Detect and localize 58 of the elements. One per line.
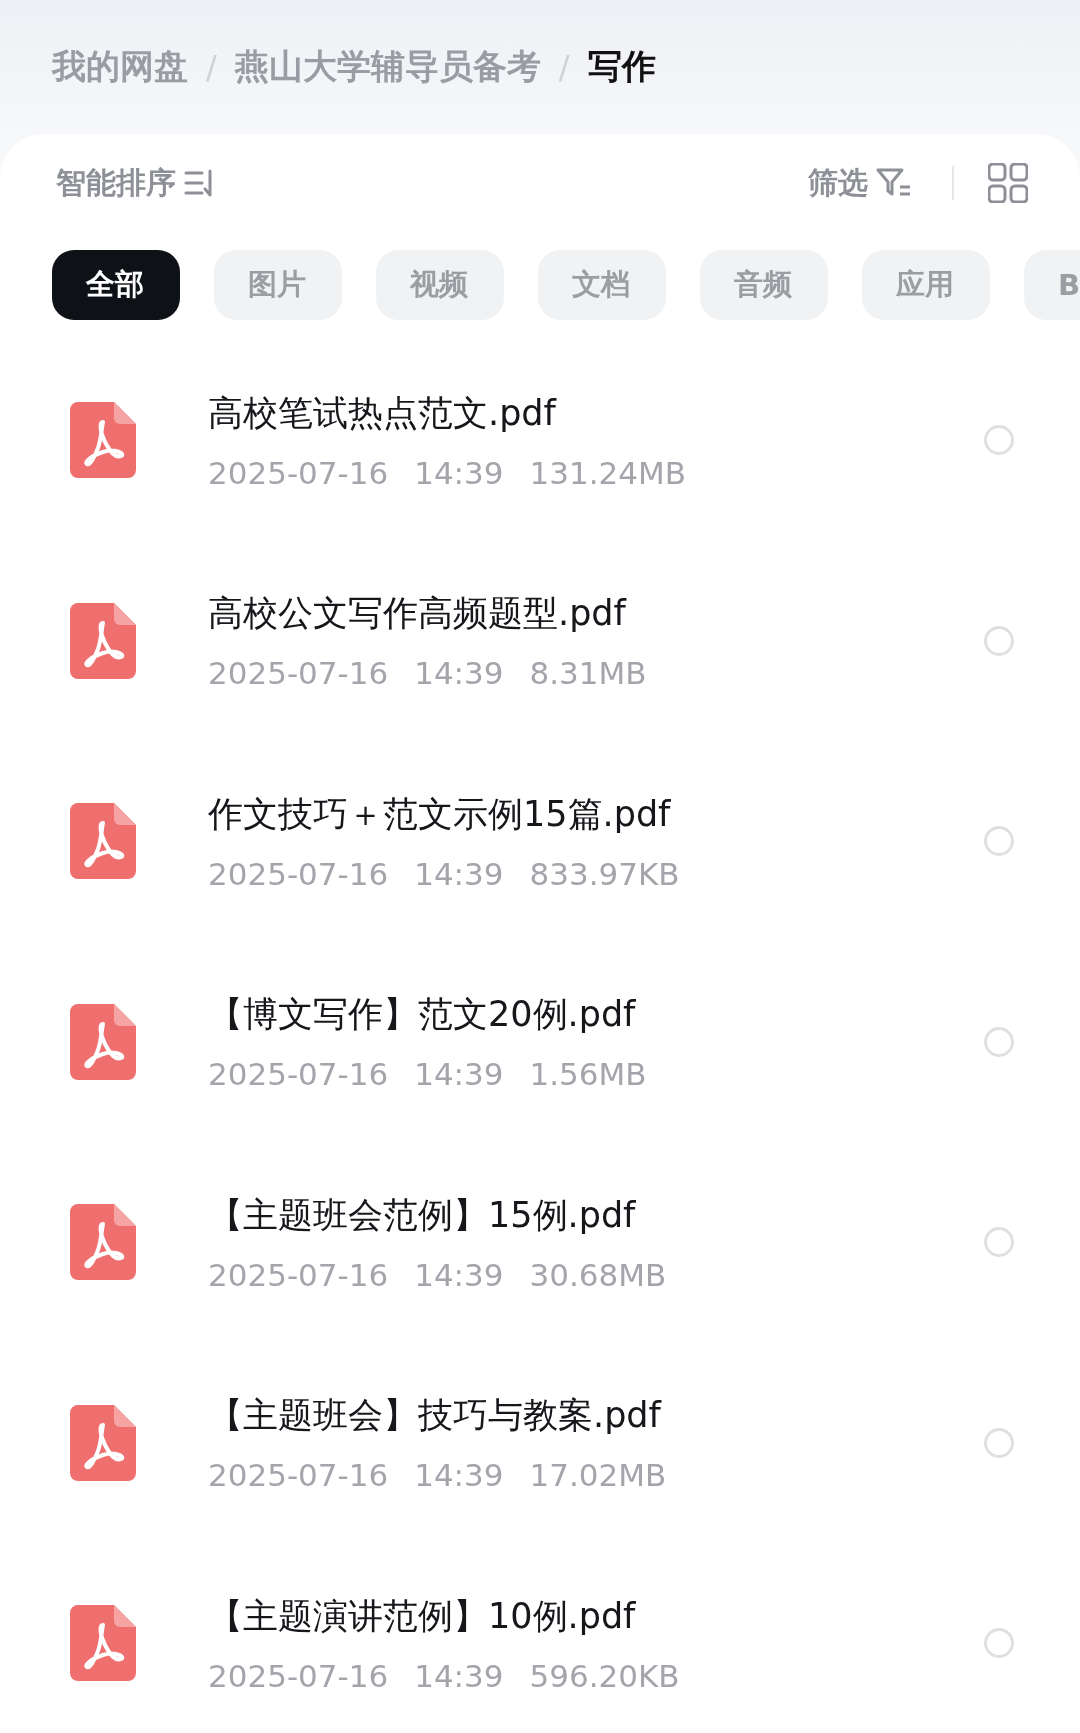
breadcrumb-separator: / [558,48,570,86]
file-time: 14:39 [414,454,504,491]
file-time: 14:39 [414,855,504,892]
file-date: 2025-07-16 [208,454,389,491]
breadcrumb-link[interactable]: 我的网盘 [52,44,188,90]
category-tab[interactable]: B [1024,250,1080,320]
file-date: 2025-07-16 [208,1056,389,1093]
category-tab[interactable]: 视频 [376,250,504,320]
file-time: 14:39 [414,655,504,692]
file-time: 14:39 [414,1256,504,1293]
select-radio[interactable] [984,425,1014,456]
select-radio[interactable] [984,1026,1014,1057]
filter-button[interactable]: 筛选 [808,162,912,204]
file-name[interactable]: 高校笔试热点范文.pdf [208,389,984,437]
file-size: 30.68MB [529,1256,667,1293]
pdf-file-icon [70,1605,136,1682]
category-tab[interactable]: 全部 [52,250,180,320]
file-date: 2025-07-16 [208,1657,389,1694]
select-radio[interactable] [984,1227,1014,1258]
file-date: 2025-07-16 [208,655,389,692]
file-size: 1.56MB [529,1056,647,1093]
select-radio[interactable] [984,826,1014,857]
file-name[interactable]: 高校公文写作高频题型.pdf [208,590,984,638]
file-name[interactable]: 【博文写作】范文20例.pdf [208,991,984,1039]
category-tab[interactable]: 图片 [214,250,342,320]
select-radio[interactable] [984,1628,1014,1659]
pdf-file-icon [70,1404,136,1481]
breadcrumb-link[interactable]: 写作 [587,44,656,90]
file-name[interactable]: 作文技巧＋范文示例15篇.pdf [208,790,984,838]
pdf-file-icon [70,803,136,880]
pdf-file-icon [70,1003,136,1080]
select-radio[interactable] [984,625,1014,656]
grid-view-icon[interactable] [988,163,1028,203]
file-size: 131.24MB [529,454,686,491]
file-date: 2025-07-16 [208,1256,389,1293]
category-tab[interactable]: 音频 [700,250,828,320]
file-time: 14:39 [414,1457,504,1494]
file-size: 8.31MB [529,655,647,692]
file-size: 596.20KB [529,1657,680,1694]
sort-button[interactable]: 智能排序 [56,162,216,204]
file-time: 14:39 [414,1056,504,1093]
pdf-file-icon [70,602,136,679]
file-date: 2025-07-16 [208,1457,389,1494]
file-name[interactable]: 【主题班会】技巧与教案.pdf [208,1392,984,1440]
file-name[interactable]: 【主题演讲范例】10例.pdf [208,1592,984,1640]
category-tab[interactable]: 应用 [862,250,990,320]
file-size: 833.97KB [529,855,680,892]
select-radio[interactable] [984,1427,1014,1458]
file-time: 14:39 [414,1657,504,1694]
breadcrumb-separator: / [206,48,217,86]
category-tab[interactable]: 文档 [538,250,666,320]
file-date: 2025-07-16 [208,855,389,892]
pdf-file-icon [70,1204,136,1281]
pdf-file-icon [70,402,136,479]
filter-icon [876,167,912,199]
breadcrumb-link[interactable]: 燕山大学辅导员备考 [234,44,541,90]
file-name[interactable]: 【主题班会范例】15例.pdf [208,1191,984,1239]
file-size: 17.02MB [529,1457,667,1494]
